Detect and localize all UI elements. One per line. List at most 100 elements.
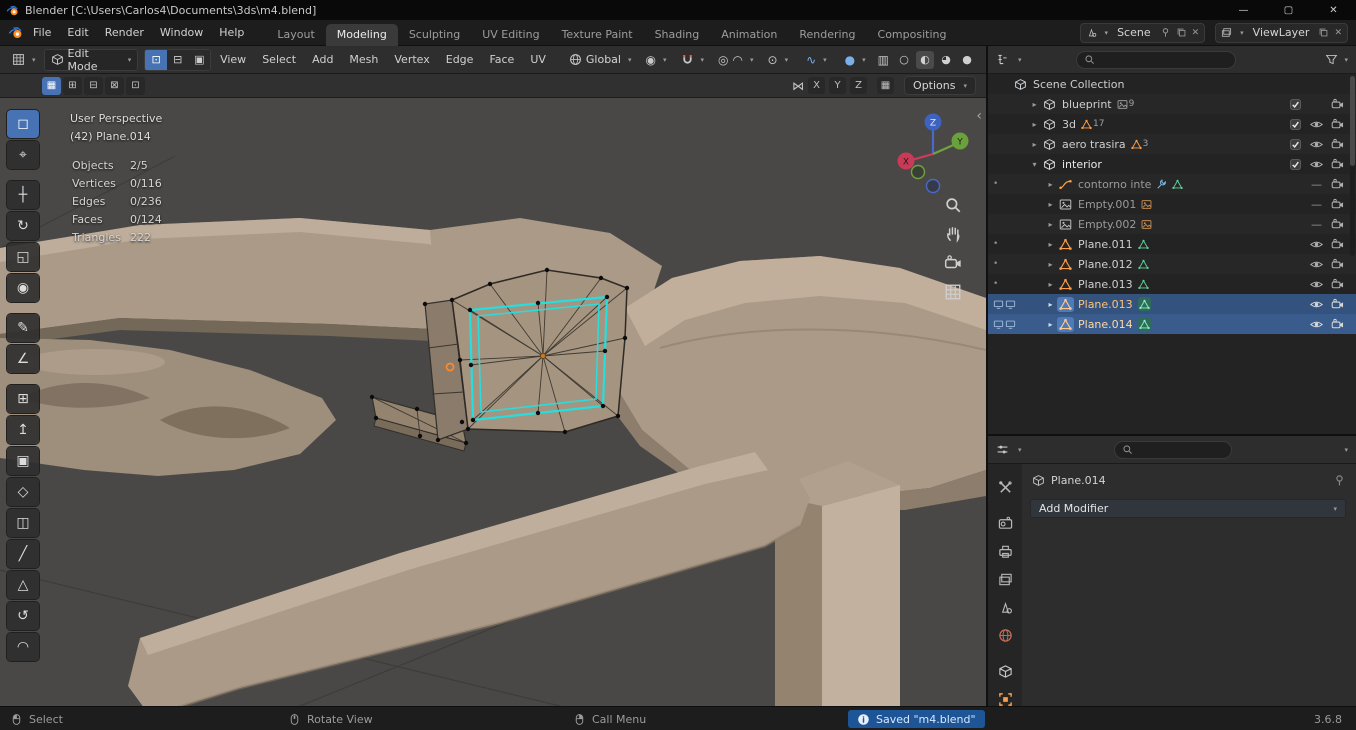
hidden-eye-toggle[interactable]: — [1306, 178, 1327, 191]
disclosure-icon[interactable]: ▸ [1028, 140, 1041, 149]
tab-render[interactable] [988, 510, 1022, 536]
mirror-z-button[interactable]: Z [850, 77, 868, 94]
disclosure-icon[interactable]: ▸ [1044, 260, 1057, 269]
pin-icon[interactable] [1160, 27, 1171, 38]
disclosure-icon[interactable]: ▸ [1044, 320, 1057, 329]
select-new-button[interactable]: ▦ [42, 76, 61, 95]
tool-knife-button[interactable]: ╱ [7, 540, 39, 568]
tab-world[interactable] [988, 622, 1022, 648]
tool-move-button[interactable]: ┼ [7, 181, 39, 209]
tool-smooth-button[interactable]: ◠ [7, 633, 39, 661]
disclosure-icon[interactable]: ▸ [1044, 240, 1057, 249]
camera-visibility-toggle[interactable] [1327, 138, 1348, 151]
hide-eye-toggle[interactable] [1306, 258, 1327, 271]
exclude-checkbox[interactable] [1285, 158, 1306, 171]
tool-rotate-button[interactable]: ↻ [7, 212, 39, 240]
outliner-row-interior[interactable]: ▾ interior [988, 154, 1356, 174]
snapping-button[interactable]: ▾ [675, 49, 711, 71]
exclude-checkbox[interactable] [1285, 118, 1306, 131]
outliner-row-plane-013-selected[interactable]: ▸ Plane.013 [988, 294, 1356, 314]
workspace-tab-layout[interactable]: Layout [266, 24, 325, 46]
pin-icon[interactable] [1333, 474, 1346, 487]
disclosure-icon[interactable]: ▸ [1044, 180, 1057, 189]
tool-transform-button[interactable]: ◉ [7, 274, 39, 302]
workspace-tab-sculpting[interactable]: Sculpting [398, 24, 471, 46]
tab-collection[interactable] [988, 658, 1022, 684]
select-extend-button[interactable]: ⊞ [63, 76, 82, 95]
maximize-button[interactable]: ▢ [1266, 0, 1311, 20]
view-object-types-button[interactable]: ⊙ ▾ [762, 49, 795, 71]
disclosure-icon[interactable]: ▸ [1044, 300, 1057, 309]
outliner-search-input[interactable] [1075, 50, 1236, 69]
mirror-x-button[interactable]: X [808, 77, 826, 94]
menu-select[interactable]: Select [255, 53, 303, 66]
menu-vertex[interactable]: Vertex [387, 53, 436, 66]
menu-edit[interactable]: Edit [59, 23, 96, 43]
tool-spin-button[interactable]: ↺ [7, 602, 39, 630]
editor-type-button[interactable]: ▾ [6, 49, 42, 71]
tool-bevel-button[interactable]: ◇ [7, 478, 39, 506]
minimize-button[interactable]: — [1221, 0, 1266, 20]
viewlayer-selector[interactable]: ▾ ViewLayer ✕ [1215, 22, 1348, 43]
outliner-row-empty-001[interactable]: ▸ Empty.001 — [988, 194, 1356, 214]
close-button[interactable]: ✕ [1311, 0, 1356, 20]
outliner-row-scene-collection[interactable]: Scene Collection [988, 74, 1356, 94]
menu-render[interactable]: Render [97, 23, 152, 43]
exclude-checkbox[interactable] [1285, 138, 1306, 151]
shading-wireframe-button[interactable]: ○ [895, 51, 913, 69]
menu-edge[interactable]: Edge [439, 53, 481, 66]
disclosure-icon[interactable]: ▾ [1028, 160, 1041, 169]
camera-visibility-toggle[interactable] [1327, 318, 1348, 331]
tool-extrude-button[interactable]: ↥ [7, 416, 39, 444]
vertex-select-button[interactable]: ⊡ [145, 49, 167, 70]
select-subtract-button[interactable]: ⊟ [84, 76, 103, 95]
menu-face[interactable]: Face [482, 53, 521, 66]
outliner-row-plane-013[interactable]: • ▸ Plane.013 [988, 274, 1356, 294]
proportional-edit-button[interactable]: ◎ ◠ ▾ [712, 49, 759, 71]
workspace-tab-compositing[interactable]: Compositing [867, 24, 958, 46]
camera-visibility-toggle[interactable] [1327, 278, 1348, 291]
hide-eye-toggle[interactable] [1306, 238, 1327, 251]
add-modifier-dropdown[interactable]: Add Modifier ▾ [1030, 499, 1346, 518]
outliner-row-plane-012[interactable]: • ▸ Plane.012 [988, 254, 1356, 274]
camera-visibility-toggle[interactable] [1327, 298, 1348, 311]
shading-material-button[interactable]: ◕ [937, 51, 955, 69]
outliner-row-3d[interactable]: ▸ 3d 17 [988, 114, 1356, 134]
camera-visibility-toggle[interactable] [1327, 238, 1348, 251]
workspace-tab-shading[interactable]: Shading [644, 24, 711, 46]
mode-selector[interactable]: Edit Mode ▾ [43, 47, 139, 73]
disclosure-icon[interactable]: ▸ [1044, 280, 1057, 289]
hidden-eye-toggle[interactable]: — [1306, 218, 1327, 231]
exclude-checkbox[interactable] [1285, 98, 1306, 111]
workspace-tab-rendering[interactable]: Rendering [788, 24, 866, 46]
outliner-scrollbar[interactable] [1350, 76, 1355, 256]
disclosure-icon[interactable]: ▸ [1028, 100, 1041, 109]
remove-viewlayer-icon[interactable]: ✕ [1334, 28, 1342, 38]
camera-visibility-toggle[interactable] [1327, 198, 1348, 211]
gizmo-x-label[interactable]: X [903, 158, 909, 168]
tool-inset-faces-button[interactable]: ▣ [7, 447, 39, 475]
unlink-scene-icon[interactable]: ✕ [1192, 28, 1200, 38]
outliner-editor-icon[interactable] [996, 53, 1009, 66]
tool-annotate-button[interactable]: ✎ [7, 314, 39, 342]
select-intersect-button[interactable]: ⊡ [126, 76, 145, 95]
workspace-tab-modeling[interactable]: Modeling [325, 23, 398, 46]
workspace-tab-uv-editing[interactable]: UV Editing [471, 24, 550, 46]
tab-output[interactable] [988, 538, 1022, 564]
outliner-row-aero-trasira[interactable]: ▸ aero trasira 3 [988, 134, 1356, 154]
shading-solid-button[interactable]: ◐ [916, 50, 934, 69]
pivot-point-button[interactable]: ◉ ▾ [640, 49, 673, 71]
scene-selector[interactable]: ▾ Scene ✕ [1079, 22, 1206, 43]
overlays-button[interactable]: ● ▾ [839, 49, 872, 71]
menu-add[interactable]: Add [305, 53, 340, 66]
select-invert-button[interactable]: ⊠ [105, 76, 124, 95]
hide-eye-toggle[interactable] [1306, 298, 1327, 311]
workspace-tab-animation[interactable]: Animation [710, 24, 788, 46]
shading-rendered-button[interactable]: ● [958, 51, 976, 69]
hide-eye-toggle[interactable] [1306, 118, 1327, 131]
saved-notification[interactable]: Saved "m4.blend" [848, 710, 985, 728]
gizmo-z-label[interactable]: Z [930, 119, 936, 129]
disclosure-icon[interactable]: ▸ [1028, 120, 1041, 129]
tab-view-layer[interactable] [988, 566, 1022, 592]
new-viewlayer-icon[interactable] [1318, 27, 1329, 38]
